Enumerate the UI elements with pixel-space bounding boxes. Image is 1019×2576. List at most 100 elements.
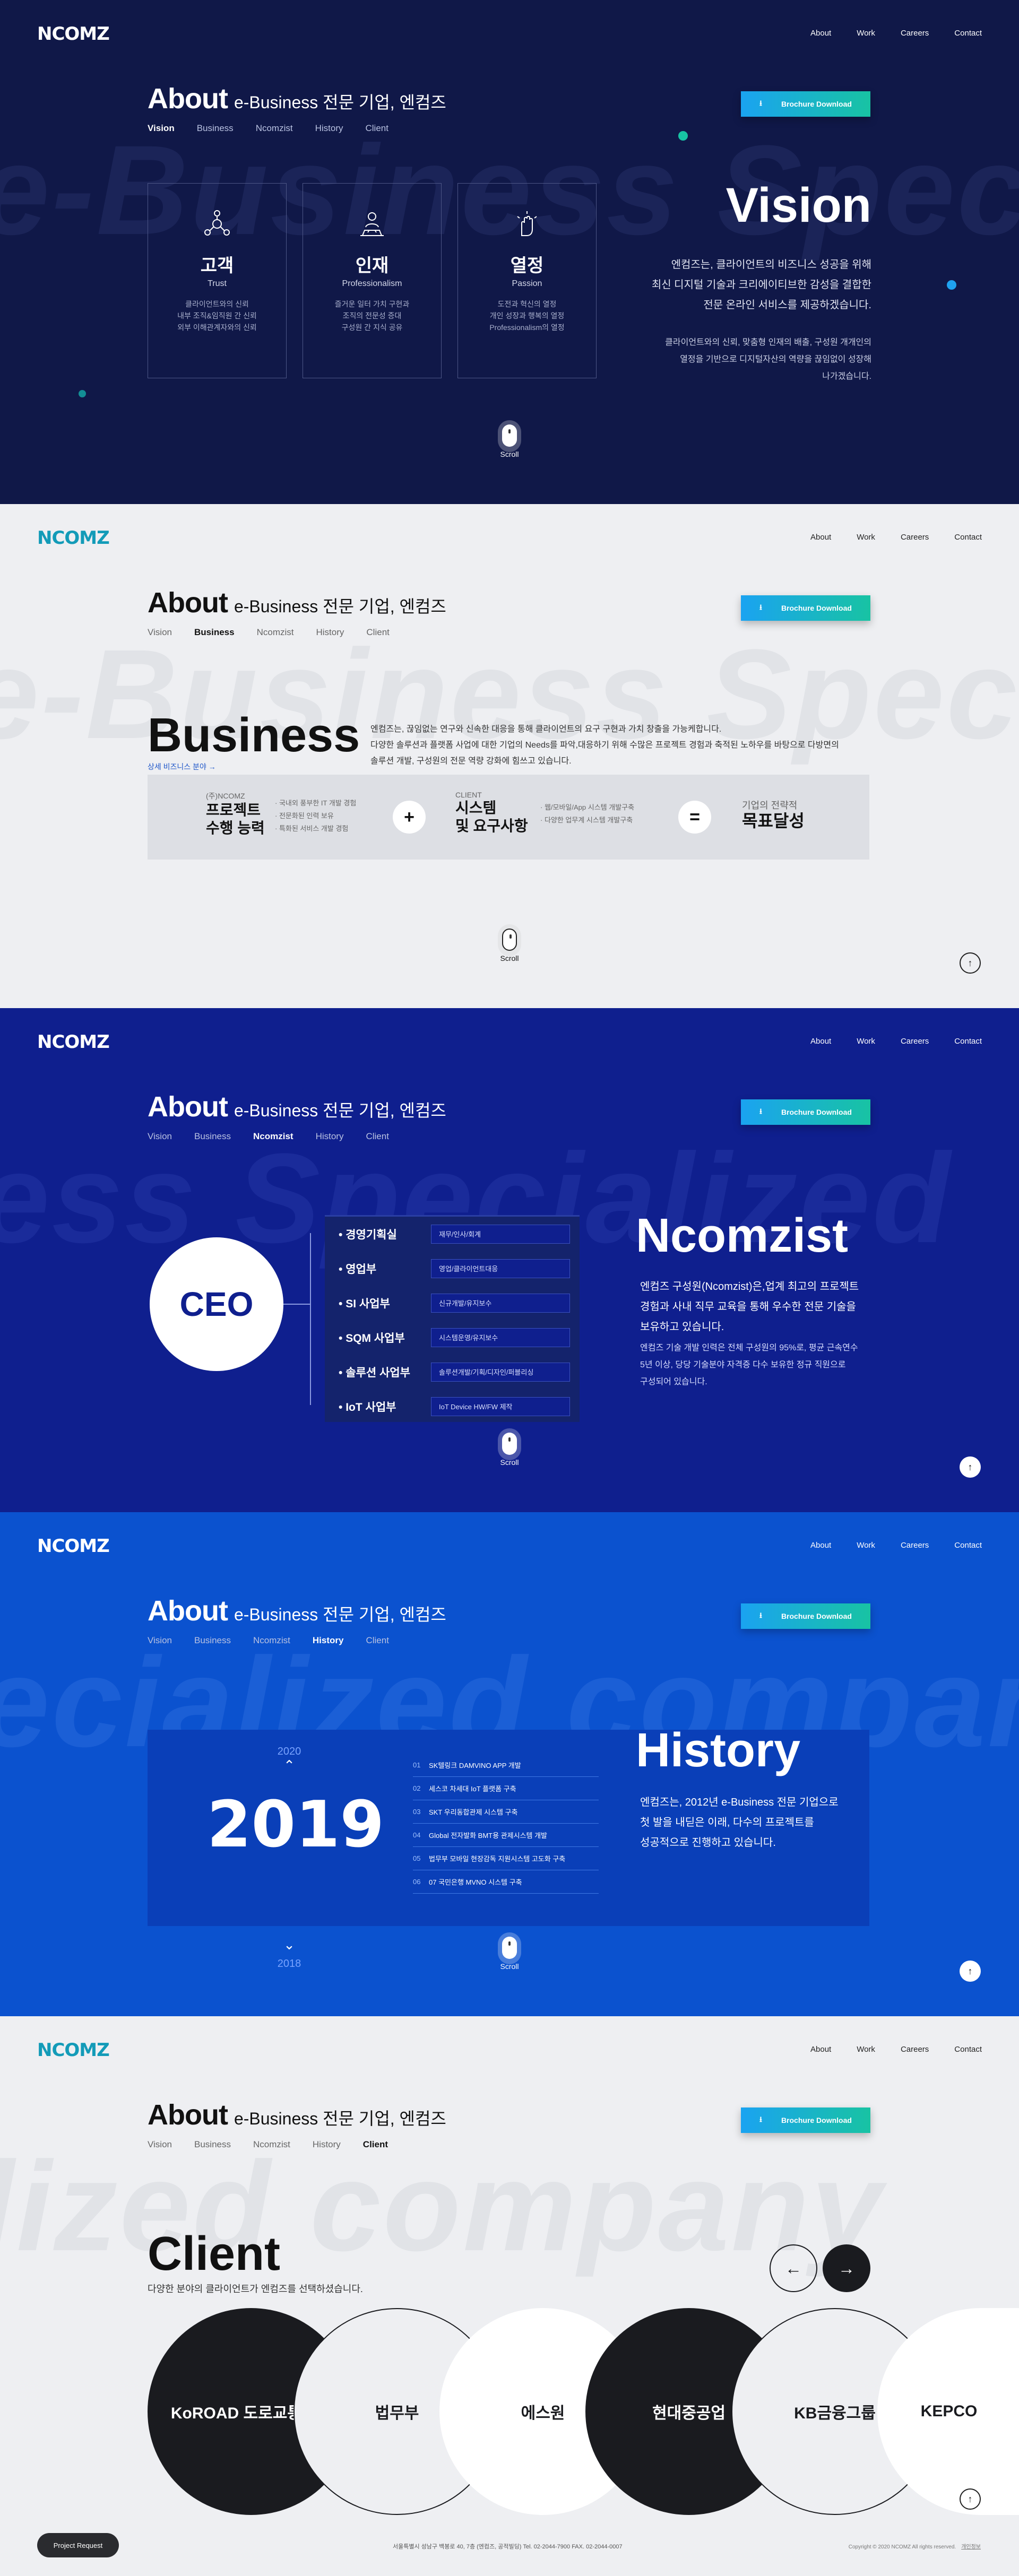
year-current: 2019	[207, 1788, 384, 1862]
scroll-top-button[interactable]: ↑	[960, 2488, 981, 2510]
section-history: ecialized company NCOMZ About Work Caree…	[0, 1512, 1019, 2016]
subnav-client[interactable]: Client	[366, 627, 389, 638]
page-title: About	[148, 2099, 228, 2131]
section-business: e-Business Specialized company NCOMZ Abo…	[0, 504, 1019, 1008]
menu-work[interactable]: Work	[857, 2045, 875, 2054]
brochure-download-button[interactable]: ⭳ Brochure Download	[741, 1603, 870, 1629]
subnav-history[interactable]: History	[316, 1131, 344, 1142]
formula-client: CLIENT 시스템 및 요구사항	[455, 791, 528, 835]
top-nav: NCOMZ About Work Careers Contact	[0, 2016, 1019, 2085]
privacy-link[interactable]: 개인정보	[961, 2544, 981, 2550]
subnav-history[interactable]: History	[316, 627, 344, 638]
item-text: 세스코 차세대 IoT 플랫폼 구축	[429, 1785, 516, 1793]
subnav-client[interactable]: Client	[366, 1131, 388, 1142]
scroll-top-button[interactable]: ↑	[960, 952, 981, 974]
item-number: 01	[413, 1761, 421, 1769]
section-client: lized company NCOMZ About Work Careers C…	[0, 2016, 1019, 2576]
subnav-vision[interactable]: Vision	[148, 1131, 172, 1142]
main-menu: About Work Careers Contact	[810, 29, 982, 38]
subnav-ncomzist[interactable]: Ncomzist	[257, 627, 294, 638]
item-text: SKT 우리동합관제 시스템 구축	[429, 1808, 518, 1816]
logo[interactable]: NCOMZ	[37, 1536, 110, 1557]
subnav-ncomzist[interactable]: Ncomzist	[253, 1131, 293, 1142]
subnav-business[interactable]: Business	[194, 1131, 231, 1142]
card-title: 인재	[355, 256, 389, 276]
logo[interactable]: NCOMZ	[37, 23, 110, 45]
copyright-text: Copyright © 2020 NCOMZ All rights reserv…	[848, 2544, 956, 2550]
page-heading: About e-Business 전문 기업, 엔컴즈	[148, 1594, 446, 1627]
menu-contact[interactable]: Contact	[954, 2045, 982, 2054]
menu-contact[interactable]: Contact	[954, 29, 982, 38]
brochure-download-button[interactable]: ⭳ Brochure Download	[741, 2107, 870, 2133]
subnav-vision[interactable]: Vision	[148, 2139, 172, 2150]
arrow-left-icon: ←	[785, 2258, 802, 2278]
section-title: Client	[148, 2227, 281, 2280]
year-prev[interactable]: 2020	[249, 1746, 329, 1758]
menu-about[interactable]: About	[810, 2045, 831, 2054]
value-card-passion: 열정 Passion 도전과 혁신의 열정 개인 성장과 행복의 열정 Prof…	[457, 183, 597, 378]
subnav-history[interactable]: History	[315, 123, 343, 134]
mouse-icon	[502, 929, 517, 951]
business-detail-link[interactable]: 상세 비즈니스 분야 →	[148, 761, 216, 772]
hand-icon	[517, 211, 537, 236]
org-row: SI 사업부신규개발/유지보수	[325, 1286, 580, 1320]
subnav-client[interactable]: Client	[366, 1635, 388, 1646]
menu-contact[interactable]: Contact	[954, 533, 982, 542]
logo[interactable]: NCOMZ	[37, 2040, 110, 2061]
year-next[interactable]: 2018	[249, 1958, 329, 1970]
subnav-vision[interactable]: Vision	[148, 123, 175, 134]
history-item: 05 법무부 모바일 현장감독 지원시스템 고도화 구축	[413, 1847, 599, 1870]
chevron-up-icon[interactable]: ⌃	[279, 1757, 300, 1774]
section-title: Business	[148, 709, 360, 762]
logo[interactable]: NCOMZ	[37, 527, 110, 549]
project-request-button[interactable]: Project Request	[37, 2533, 119, 2557]
menu-careers[interactable]: Careers	[901, 29, 929, 38]
carousel-prev-button[interactable]: ←	[770, 2244, 817, 2292]
subnav-client[interactable]: Client	[366, 123, 388, 134]
carousel-next-button[interactable]: →	[823, 2244, 870, 2292]
brochure-download-button[interactable]: ⭳ Brochure Download	[741, 91, 870, 117]
subnav-vision[interactable]: Vision	[148, 1635, 172, 1646]
menu-careers[interactable]: Careers	[901, 1541, 929, 1550]
scroll-indicator[interactable]: Scroll	[495, 924, 524, 962]
menu-about[interactable]: About	[810, 29, 831, 38]
menu-careers[interactable]: Careers	[901, 2045, 929, 2054]
subnav-vision[interactable]: Vision	[148, 627, 172, 638]
subnav-history[interactable]: History	[313, 2139, 341, 2150]
menu-contact[interactable]: Contact	[954, 1037, 982, 1046]
scroll-top-button[interactable]: ↑	[960, 1456, 981, 1478]
scroll-indicator[interactable]: Scroll	[495, 1428, 524, 1467]
subnav-history[interactable]: History	[313, 1635, 344, 1646]
menu-work[interactable]: Work	[857, 533, 875, 542]
subnav-ncomzist[interactable]: Ncomzist	[256, 123, 293, 134]
subnav-client[interactable]: Client	[363, 2139, 388, 2150]
brochure-label: Brochure Download	[781, 1612, 852, 1620]
scroll-indicator[interactable]: Scroll	[495, 420, 524, 458]
menu-careers[interactable]: Careers	[901, 1037, 929, 1046]
menu-work[interactable]: Work	[857, 29, 875, 38]
brochure-download-button[interactable]: ⭳ Brochure Download	[741, 1099, 870, 1125]
brochure-download-button[interactable]: ⭳ Brochure Download	[741, 595, 870, 621]
menu-about[interactable]: About	[810, 1541, 831, 1550]
menu-careers[interactable]: Careers	[901, 533, 929, 542]
subnav-business[interactable]: Business	[194, 1635, 231, 1646]
menu-about[interactable]: About	[810, 1037, 831, 1046]
menu-contact[interactable]: Contact	[954, 1541, 982, 1550]
mouse-icon	[502, 424, 517, 447]
menu-work[interactable]: Work	[857, 1541, 875, 1550]
scroll-top-button[interactable]: ↑	[960, 1961, 981, 1982]
business-formula: (주)NCOMZ 프로젝트 수행 능력 · 국내외 풍부한 IT 개발 경험 ·…	[148, 775, 869, 860]
footer-address: 서울특별시 성남구 백봉로 40, 7층 (엔컴즈, 공적빌딩) Tel. 02…	[393, 2544, 623, 2550]
scroll-indicator[interactable]: Scroll	[495, 1932, 524, 1971]
subnav-business[interactable]: Business	[194, 627, 235, 638]
subnav-business[interactable]: Business	[194, 2139, 231, 2150]
menu-work[interactable]: Work	[857, 1037, 875, 1046]
subnav-ncomzist[interactable]: Ncomzist	[253, 2139, 290, 2150]
subnav-ncomzist[interactable]: Ncomzist	[253, 1635, 290, 1646]
menu-about[interactable]: About	[810, 533, 831, 542]
chevron-down-icon[interactable]: ⌄	[279, 1937, 300, 1953]
org-row: IoT 사업부IoT Device HW/FW 제작	[325, 1389, 580, 1424]
subnav-business[interactable]: Business	[197, 123, 234, 134]
logo[interactable]: NCOMZ	[37, 1031, 110, 1053]
department-task: IoT Device HW/FW 제작	[431, 1397, 570, 1416]
